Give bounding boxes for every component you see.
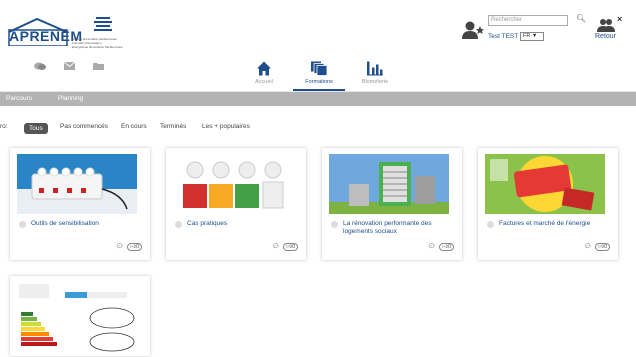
users-icon[interactable]	[597, 18, 615, 32]
subnav-parcours[interactable]: Parcours	[6, 95, 32, 102]
course-thumbnail	[485, 154, 605, 214]
like-button[interactable]: 👍︎0	[439, 243, 454, 251]
partner-logo: Energie Renovation Mediterranee Formatio…	[72, 15, 126, 49]
like-button[interactable]: 👍︎0	[595, 243, 610, 251]
filter-tous[interactable]: Tous	[24, 123, 48, 134]
filter-pas-commences[interactable]: Pas commencés	[60, 123, 108, 130]
home-icon	[257, 61, 271, 76]
like-button[interactable]: 👍︎0	[283, 243, 298, 251]
comment-icon[interactable]: 💬︎	[428, 244, 436, 250]
user-name[interactable]: Test TEST	[488, 33, 518, 40]
status-dot	[19, 221, 26, 228]
nav-blometerie-label: Blométerie	[361, 79, 389, 85]
course-title[interactable]: Cas pratiques	[187, 220, 302, 228]
course-thumbnail	[17, 154, 137, 214]
user-star-icon[interactable]	[462, 20, 484, 40]
course-thumbnail	[173, 154, 293, 214]
status-dot	[487, 221, 494, 228]
close-icon[interactable]: ×	[617, 14, 622, 24]
formations-icon	[311, 61, 327, 76]
search-input[interactable]: Rechercher	[488, 15, 568, 26]
filter-en-cours[interactable]: En cours	[121, 123, 147, 130]
nav-accueil-label: Accueil	[255, 79, 273, 85]
comment-icon[interactable]: 💬︎	[272, 244, 280, 250]
chart-icon	[367, 61, 383, 76]
filter-populaires[interactable]: Les + populaires	[202, 123, 250, 130]
comment-icon[interactable]: 💬︎	[584, 244, 592, 250]
search-icon[interactable]: 🔍︎	[576, 14, 586, 23]
like-button[interactable]: 👍︎0	[127, 243, 142, 251]
nav-blometerie[interactable]: Blométerie	[349, 57, 401, 91]
course-card[interactable]: Factures et marché de l'énergie 💬︎ 👍︎0	[478, 148, 618, 260]
course-card[interactable]: Cas pratiques 💬︎ 👍︎0	[166, 148, 306, 260]
folder-icon[interactable]	[93, 62, 104, 72]
nav-formations[interactable]: Formations	[293, 57, 345, 91]
card-meta: 💬︎ 👍︎0	[428, 243, 454, 251]
course-card[interactable]: La rénovation performante des logements …	[322, 148, 462, 260]
filter-bar: ro: Tous Pas commencés En cours Terminés…	[0, 121, 300, 134]
course-title[interactable]: La rénovation performante des logements …	[343, 220, 458, 236]
aprenem-logo[interactable]: APRENEM	[7, 16, 82, 46]
mail-icon[interactable]	[63, 61, 76, 72]
language-select[interactable]: FR ▼	[520, 32, 544, 41]
filter-prefix: ro:	[0, 123, 8, 130]
nav-formations-label: Formations	[305, 79, 333, 85]
retour-link[interactable]: Retour	[595, 33, 616, 40]
sub-nav: Parcours Planning	[0, 92, 636, 106]
course-card[interactable]	[10, 276, 150, 356]
partner-logo-text: Energie Renovation Mediterranee Formatio…	[72, 37, 123, 49]
card-meta: 💬︎ 👍︎0	[116, 243, 142, 251]
course-title[interactable]: Outils de sensibilisation	[31, 220, 146, 228]
nav-accueil[interactable]: Accueil	[238, 57, 290, 91]
card-meta: 💬︎ 👍︎0	[584, 243, 610, 251]
course-card[interactable]: Outils de sensibilisation 💬︎ 👍︎0	[10, 148, 150, 260]
status-dot	[175, 221, 182, 228]
status-dot	[331, 221, 338, 228]
course-thumbnail	[17, 282, 143, 352]
course-title[interactable]: Factures et marché de l'énergie	[499, 220, 614, 228]
filter-termines[interactable]: Terminés	[160, 123, 186, 130]
course-thumbnail	[329, 154, 449, 214]
card-meta: 💬︎ 👍︎0	[272, 243, 298, 251]
header: APRENEM Energie Renovation Mediterranee …	[0, 0, 636, 56]
chat-icon[interactable]	[34, 62, 46, 73]
subnav-planning[interactable]: Planning	[58, 95, 83, 102]
comment-icon[interactable]: 💬︎	[116, 244, 124, 250]
